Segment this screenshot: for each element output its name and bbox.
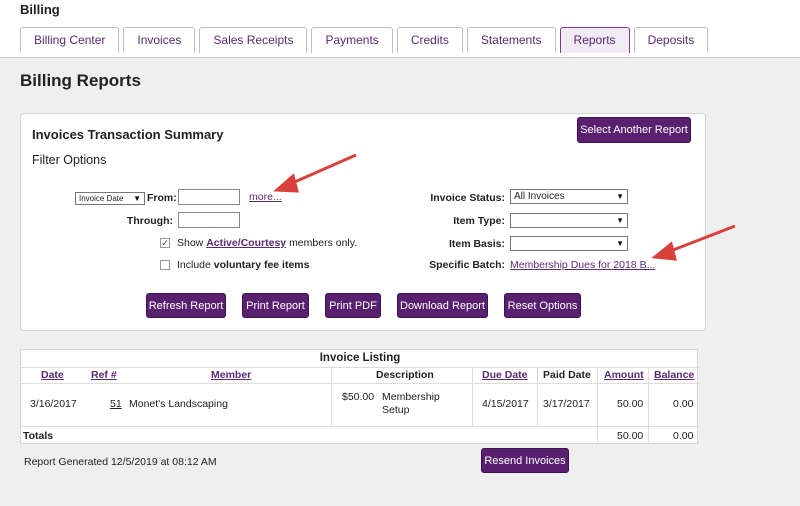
- annotation-arrows: [273, 153, 736, 261]
- annotation-arrow-icon: [651, 224, 736, 261]
- annotation-arrow-icon: [273, 153, 357, 193]
